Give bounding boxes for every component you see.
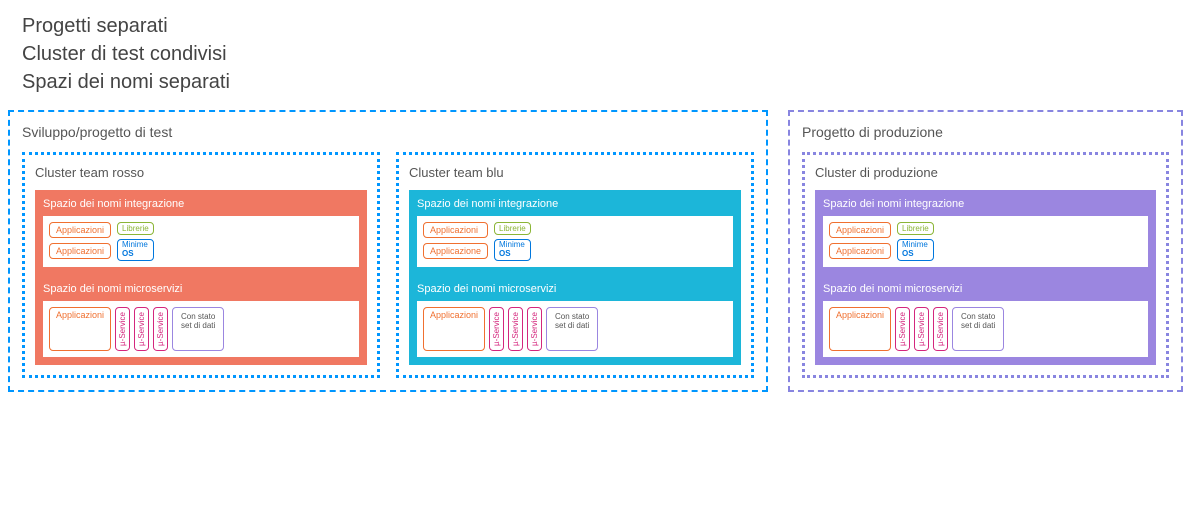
ns-microservices-blue: Spazio dei nomi microservizi Applicazion… (409, 275, 741, 365)
app-pill: Applicazioni (49, 243, 111, 259)
service-pill: µ-Service (527, 307, 542, 351)
app-pill: Applicazioni (423, 307, 485, 351)
lib-pill: Librerie (897, 222, 934, 235)
ns-microservices-red: Spazio dei nomi microservizi Applicazion… (35, 275, 367, 365)
ns-microservices-inner: Applicazioni µ-Service µ-Service µ-Servi… (417, 301, 733, 357)
heading-2: Cluster di test condivisi (22, 40, 1192, 68)
cluster-red-title: Cluster team rosso (35, 165, 367, 180)
service-pill: µ-Service (134, 307, 149, 351)
ns-integration-title: Spazio dei nomi integrazione (417, 198, 733, 210)
ns-integration-title: Spazio dei nomi integrazione (823, 198, 1148, 210)
ns-microservices-title: Spazio dei nomi microservizi (43, 283, 359, 295)
ns-integration-inner: Applicazioni Applicazioni Librerie Minim… (823, 216, 1148, 267)
cluster-production: Cluster di produzione Spazio dei nomi in… (802, 152, 1169, 378)
ns-integration-title: Spazio dei nomi integrazione (43, 198, 359, 210)
diagram-headings: Progetti separati Cluster di test condiv… (22, 12, 1192, 96)
ns-integration-inner: Applicazioni Applicazioni Librerie Minim… (43, 216, 359, 267)
ns-integration-prod: Spazio dei nomi integrazione Applicazion… (815, 190, 1156, 275)
service-pill: µ-Service (914, 307, 929, 351)
app-pill: Applicazioni (829, 243, 891, 259)
stateful-pill: Con statoset di dati (952, 307, 1004, 351)
service-pill: µ-Service (115, 307, 130, 351)
cluster-blue-title: Cluster team blu (409, 165, 741, 180)
service-pill: µ-Service (153, 307, 168, 351)
heading-3: Spazi dei nomi separati (22, 68, 1192, 96)
service-pill: µ-Service (489, 307, 504, 351)
heading-1: Progetti separati (22, 12, 1192, 40)
ns-integration-inner: Applicazioni Applicazione Librerie Minim… (417, 216, 733, 267)
lib-pill: Librerie (117, 222, 154, 235)
stateful-pill: Con statoset di dati (546, 307, 598, 351)
ns-microservices-prod: Spazio dei nomi microservizi Applicazion… (815, 275, 1156, 365)
ns-integration-red: Spazio dei nomi integrazione Applicazion… (35, 190, 367, 275)
minos-pill: MinimeOS (897, 239, 934, 261)
app-pill: Applicazioni (829, 222, 891, 238)
ns-microservices-title: Spazio dei nomi microservizi (823, 283, 1148, 295)
stateful-pill: Con statoset di dati (172, 307, 224, 351)
prod-clusters: Cluster di produzione Spazio dei nomi in… (802, 152, 1169, 378)
service-pill: µ-Service (933, 307, 948, 351)
dev-project-title: Sviluppo/progetto di test (22, 124, 754, 140)
prod-project-title: Progetto di produzione (802, 124, 1169, 140)
app-pill: Applicazione (423, 243, 488, 259)
ns-microservices-title: Spazio dei nomi microservizi (417, 283, 733, 295)
cluster-prod-title: Cluster di produzione (815, 165, 1156, 180)
minos-pill: MinimeOS (117, 239, 154, 261)
app-pill: Applicazioni (49, 222, 111, 238)
app-pill: Applicazioni (49, 307, 111, 351)
dev-clusters: Cluster team rosso Spazio dei nomi integ… (22, 152, 754, 378)
cluster-team-red: Cluster team rosso Spazio dei nomi integ… (22, 152, 380, 378)
ns-microservices-inner: Applicazioni µ-Service µ-Service µ-Servi… (823, 301, 1148, 357)
service-pill: µ-Service (895, 307, 910, 351)
app-pill: Applicazioni (423, 222, 488, 238)
cluster-team-blue: Cluster team blu Spazio dei nomi integra… (396, 152, 754, 378)
app-pill: Applicazioni (829, 307, 891, 351)
dev-test-project: Sviluppo/progetto di test Cluster team r… (8, 110, 768, 392)
minos-pill: MinimeOS (494, 239, 531, 261)
lib-pill: Librerie (494, 222, 531, 235)
ns-integration-blue: Spazio dei nomi integrazione Applicazion… (409, 190, 741, 275)
ns-microservices-inner: Applicazioni µ-Service µ-Service µ-Servi… (43, 301, 359, 357)
production-project: Progetto di produzione Cluster di produz… (788, 110, 1183, 392)
projects-row: Sviluppo/progetto di test Cluster team r… (8, 110, 1192, 392)
service-pill: µ-Service (508, 307, 523, 351)
